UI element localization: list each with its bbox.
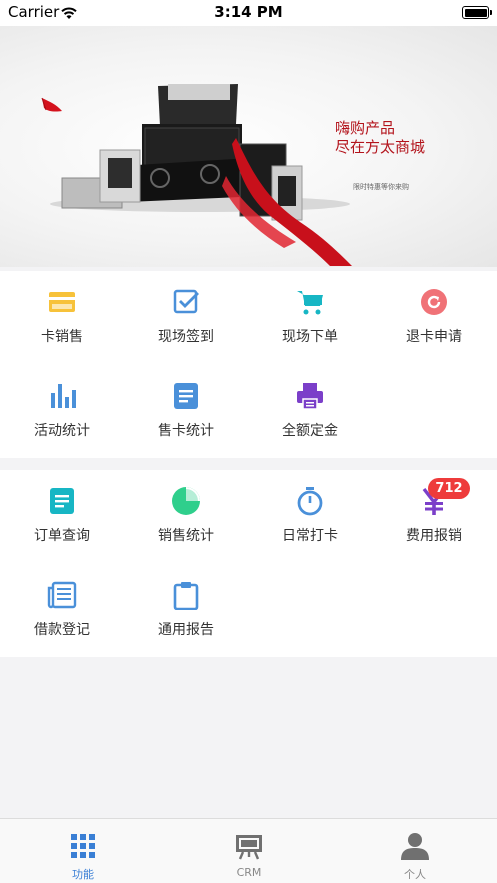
tile-loan-register[interactable]: 借款登记 <box>0 564 124 658</box>
tile-card-refund[interactable]: 退卡申请 <box>372 271 496 365</box>
feature-grid-sales: 卡销售 现场签到 现场下单 退卡申请 活动统计 售卡统计 全额定金 <box>0 271 497 458</box>
tile-label: 订单查询 <box>34 528 90 544</box>
feature-grid-office: 订单查询 销售统计 日常打卡 费用报销 借款登记 通用报告 <box>0 470 497 657</box>
tile-card-sales-stats[interactable]: 售卡统计 <box>124 365 248 459</box>
tile-label: 通用报告 <box>158 622 214 638</box>
status-time: 3:14 PM <box>214 3 283 21</box>
tile-card-sales[interactable]: 卡销售 <box>0 271 124 365</box>
tile-label: 现场下单 <box>282 329 338 345</box>
tile-onsite-order[interactable]: 现场下单 <box>248 271 372 365</box>
expense-count-badge: 712 <box>428 478 470 499</box>
person-icon <box>401 833 429 860</box>
banner-subtitle: 限时特惠等你来购 <box>353 183 409 191</box>
tile-label: 现场签到 <box>158 329 214 345</box>
banner-headline: 嗨购产品 尽在方太商城 <box>335 119 426 156</box>
tab-label: CRM <box>236 866 262 879</box>
refresh-circle-icon <box>421 289 447 315</box>
checkbox-icon <box>173 289 199 314</box>
tile-sales-stats[interactable]: 销售统计 <box>124 470 248 564</box>
document-icon <box>50 488 74 514</box>
tile-activity-stats[interactable]: 活动统计 <box>0 365 124 459</box>
tile-label: 退卡申请 <box>406 329 462 345</box>
card-icon <box>49 292 75 312</box>
tile-label: 售卡统计 <box>158 423 214 439</box>
tile-label: 卡销售 <box>41 329 83 345</box>
tile-general-report[interactable]: 通用报告 <box>124 564 248 658</box>
promo-banner[interactable]: 嗨购产品 尽在方太商城 限时特惠等你来购 <box>0 26 497 267</box>
clipboard-icon <box>173 582 199 610</box>
tab-crm[interactable]: CRM <box>166 819 332 883</box>
tab-label: 功能 <box>72 868 94 881</box>
status-bar: Carrier 3:14 PM <box>0 0 497 26</box>
grid-icon <box>71 834 95 858</box>
stopwatch-icon <box>297 487 323 516</box>
cart-icon <box>297 291 323 315</box>
tile-label: 借款登记 <box>34 622 90 638</box>
document-icon <box>174 383 198 409</box>
tab-personal[interactable]: 个人 <box>332 819 497 883</box>
tile-label: 销售统计 <box>158 528 214 544</box>
easel-icon <box>236 835 262 860</box>
tab-functions[interactable]: 功能 <box>0 819 166 883</box>
tile-label: 日常打卡 <box>282 528 338 544</box>
tile-label: 活动统计 <box>34 423 90 439</box>
tile-label: 费用报销 <box>406 528 462 544</box>
battery-icon <box>462 6 492 19</box>
bar-chart-icon <box>51 384 76 408</box>
tile-daily-clockin[interactable]: 日常打卡 <box>248 470 372 564</box>
tab-bar: 功能 CRM 个人 <box>0 818 497 883</box>
tile-label: 全额定金 <box>282 423 338 439</box>
tile-onsite-checkin[interactable]: 现场签到 <box>124 271 248 365</box>
printer-icon <box>297 383 323 410</box>
tab-label: 个人 <box>404 868 426 881</box>
pie-chart-icon <box>172 487 200 515</box>
tile-order-query[interactable]: 订单查询 <box>0 470 124 564</box>
newspaper-icon <box>47 581 77 609</box>
tile-full-deposit[interactable]: 全额定金 <box>248 365 372 459</box>
